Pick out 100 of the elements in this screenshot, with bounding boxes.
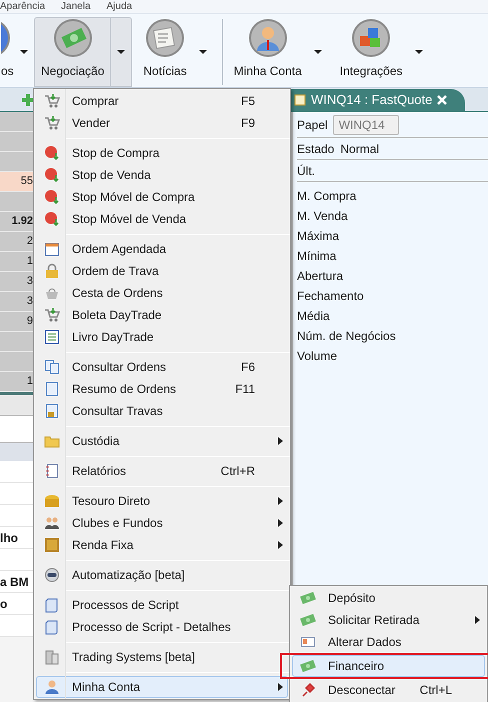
menu-item-label: Automatização [beta]	[72, 567, 186, 584]
menu-item-label: Solicitar Retirada	[328, 612, 420, 629]
menu-item[interactable]: Clubes e Fundos	[36, 512, 288, 534]
menu-item[interactable]: Processo de Script - Detalhes	[36, 616, 288, 638]
tab-title: WINQ14 : FastQuote	[311, 91, 432, 110]
menu-item-label: Comprar	[72, 93, 120, 110]
field-label: Fechamento	[297, 288, 365, 305]
menu-item[interactable]: Renda Fixa	[36, 534, 288, 556]
menu-item[interactable]: Stop de Venda	[36, 164, 288, 186]
field-label: Média	[297, 308, 331, 325]
input-field[interactable]: WINQ14	[332, 114, 399, 134]
menu-item[interactable]: Processos de Script	[36, 594, 288, 616]
menu-item[interactable]: Livro DayTrade	[36, 326, 288, 348]
menu-item[interactable]: Desconectar Ctrl+L	[292, 679, 485, 701]
menu-item[interactable]: Custódia	[36, 430, 288, 452]
toolbar-button[interactable]: Notícias	[136, 17, 214, 87]
table-cell-text: 1	[26, 374, 33, 390]
field-label: Volume	[297, 348, 338, 365]
caret-icon	[414, 50, 422, 54]
menu-item[interactable]: Cesta de Ordens	[36, 282, 288, 304]
newspaper-icon	[145, 18, 186, 58]
menu-item[interactable]: Ordem de Trava	[36, 260, 288, 282]
menu-item[interactable]: Ordem Agendada	[36, 238, 288, 260]
menu-item-label: Vender	[72, 115, 112, 132]
document-lock-icon	[44, 403, 60, 419]
table-cell-text: 1	[26, 254, 33, 270]
menu-item[interactable]: Relatórios Ctrl+R	[36, 460, 288, 482]
field-label: Estado	[297, 140, 334, 158]
menu-item-label: Resumo de Ordens	[72, 381, 178, 398]
menu-item[interactable]: Consultar Travas	[36, 400, 288, 422]
menu-item[interactable]: Depósito	[292, 587, 485, 609]
toolbar-button[interactable]: Minha Conta	[226, 17, 329, 87]
ball-icon	[44, 211, 60, 227]
menu-item-label: Consultar Travas	[72, 403, 164, 420]
menu-item-label: Stop de Compra	[72, 145, 160, 162]
robot-icon	[44, 567, 60, 583]
quote-tab[interactable]: WINQ14 : FastQuote	[290, 89, 465, 111]
caret-icon	[314, 50, 322, 54]
menu-item-label: Trading Systems [beta]	[72, 649, 196, 666]
plus-icon[interactable]	[22, 94, 34, 106]
menu-item[interactable]: Consultar Ordens F6	[36, 356, 288, 378]
caret-icon	[198, 50, 207, 54]
menu-item-label: Tesouro Direto	[72, 493, 152, 510]
menu-item[interactable]: Comprar F5	[36, 90, 288, 112]
shortcut-text: F11	[235, 381, 255, 398]
people-icon	[44, 515, 60, 531]
list-text: a BM	[0, 574, 29, 590]
table-cell-text: 2	[26, 234, 33, 250]
menu-bar-item[interactable]: Aparência	[0, 1, 46, 13]
menu-item[interactable]: Stop Móvel de Compra	[36, 186, 288, 208]
menu-item[interactable]: Stop de Compra	[36, 142, 288, 164]
cart-icon	[44, 115, 60, 131]
toolbar-button[interactable]: os	[0, 17, 30, 87]
safe-icon	[44, 537, 60, 553]
menu-item[interactable]: Solicitar Retirada	[292, 609, 485, 631]
menu-item-label: Stop Móvel de Venda	[72, 211, 188, 228]
menu-item[interactable]: Resumo de Ordens F11	[36, 378, 288, 400]
cart-icon	[44, 307, 60, 323]
menu-item[interactable]: Vender F9	[36, 112, 288, 134]
menu-item-label: Renda Fixa	[72, 537, 134, 554]
list-icon	[44, 329, 60, 345]
submenu-arrow-icon	[278, 519, 282, 527]
menu-item[interactable]: Automatização [beta]	[36, 564, 288, 586]
table-cell-text: 55	[20, 174, 33, 190]
scroll-icon	[44, 619, 60, 635]
plug-icon	[300, 682, 316, 698]
menu-item-label: Clubes e Fundos	[72, 515, 164, 532]
puzzle-icon	[351, 18, 392, 58]
menu-item[interactable]: Boleta DayTrade	[36, 304, 288, 326]
chest-icon	[44, 493, 60, 509]
server-icon	[44, 649, 60, 665]
field-label: Núm. de Negócios	[297, 328, 397, 345]
menu-item-label: Boleta DayTrade	[72, 307, 163, 324]
field-label: M. Venda	[297, 208, 349, 225]
menu-item-label: Stop Móvel de Compra	[72, 189, 196, 206]
field-label: Últ.	[297, 162, 315, 180]
field-value: Normal	[340, 140, 380, 158]
menu-item[interactable]: Stop Móvel de Venda	[36, 208, 288, 230]
toolbar-button[interactable]: Integrações	[332, 17, 430, 87]
calendar-icon	[44, 241, 60, 257]
ball-icon	[44, 189, 60, 205]
menu-item[interactable]: Minha Conta	[36, 676, 288, 698]
list-text: lho	[0, 530, 18, 546]
shortcut-text: F6	[240, 359, 255, 376]
menu-item[interactable]: Financeiro	[292, 655, 485, 677]
menu-item[interactable]: Trading Systems [beta]	[36, 646, 288, 668]
lock-icon	[44, 263, 60, 279]
toolbar-button[interactable]: Negociação	[34, 17, 132, 87]
menu-bar-item[interactable]: Janela	[61, 1, 90, 13]
document-icon	[294, 94, 306, 106]
shortcut-text: Ctrl+L	[420, 682, 452, 699]
menu-bar-item[interactable]: Ajuda	[106, 1, 132, 13]
cart-icon	[44, 93, 60, 109]
menu-item[interactable]: Alterar Dados	[292, 631, 485, 653]
submenu-arrow-icon	[278, 541, 282, 549]
menu-item[interactable]: Tesouro Direto	[36, 490, 288, 512]
menu-item-label: Ordem de Trava	[72, 263, 160, 280]
field-label: Abertura	[297, 268, 344, 285]
close-icon[interactable]	[437, 95, 448, 105]
menu-item-label: Custódia	[72, 433, 120, 450]
